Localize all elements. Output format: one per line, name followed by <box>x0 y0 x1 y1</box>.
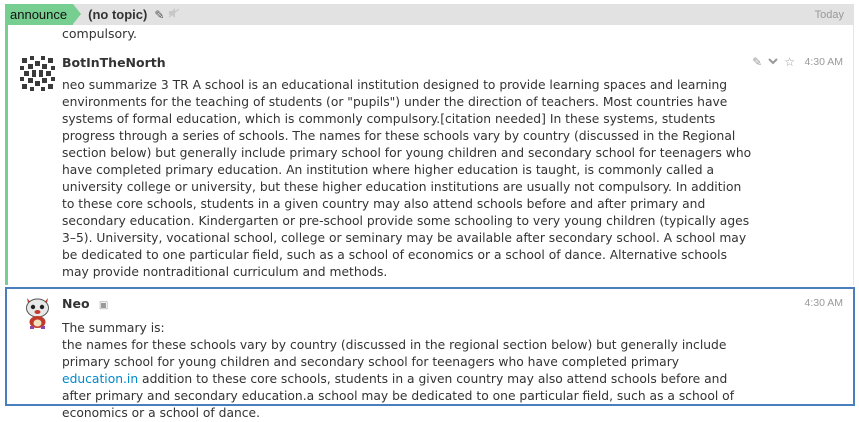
bot-icon: ▣ <box>98 300 109 311</box>
message-time[interactable]: 4:30 AM <box>804 56 843 68</box>
date-label: Today <box>814 8 844 21</box>
message-content: The summary is: the names for these scho… <box>62 320 743 422</box>
message-link[interactable]: education.in <box>62 372 138 386</box>
summary-heading: The summary is: <box>62 321 165 335</box>
avatar[interactable] <box>20 294 55 329</box>
sender-name[interactable]: BotInTheNorth <box>62 55 166 70</box>
chevron-down-icon[interactable] <box>767 55 779 70</box>
stream-label: announce <box>10 7 68 22</box>
avatar[interactable] <box>20 56 55 91</box>
message-group: compulsory. BotInTheNorth ✎ ☆ 4:30 AM ne… <box>5 25 854 285</box>
stream-name[interactable]: announce <box>5 4 82 25</box>
sender-label: Neo <box>62 296 90 311</box>
message-content: neo summarize 3 TR A school is an educat… <box>62 77 753 281</box>
text-after-link: addition to these core schools, students… <box>62 372 735 420</box>
sender-name[interactable]: Neo ▣ <box>62 296 108 311</box>
message-neo-selected[interactable]: Neo ▣ 4:30 AM The summary is: the names … <box>5 287 855 420</box>
text-before-link: the names for these schools vary by coun… <box>62 338 727 369</box>
mute-icon[interactable] <box>168 8 180 21</box>
message-time[interactable]: 4:30 AM <box>804 297 843 309</box>
recipient-bar: announce (no topic) ✎ Today <box>5 4 854 25</box>
pencil-icon[interactable]: ✎ <box>154 8 164 22</box>
topic-name[interactable]: (no topic) <box>88 7 147 22</box>
message-actions: ✎ ☆ <box>752 55 795 70</box>
message-text: neo summarize 3 TR A school is an educat… <box>62 78 752 279</box>
star-icon[interactable]: ☆ <box>784 55 795 70</box>
message-text: the names for these schools vary by coun… <box>62 337 743 422</box>
message-continuation: compulsory. <box>62 26 137 41</box>
pencil-icon[interactable]: ✎ <box>752 55 762 70</box>
